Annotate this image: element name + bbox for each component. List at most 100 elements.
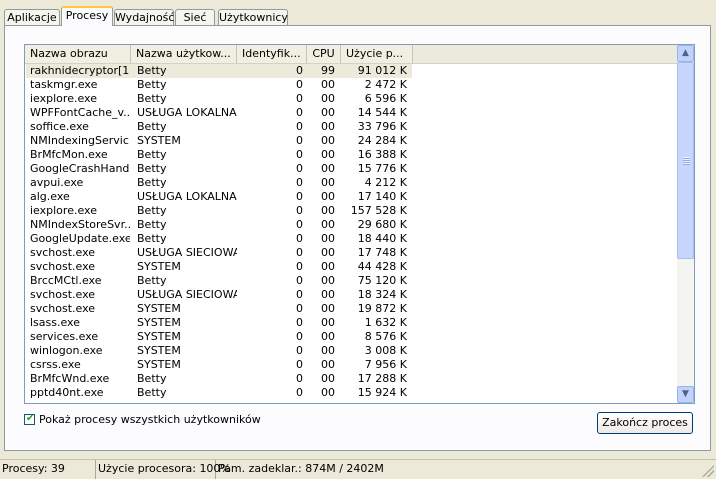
table-row[interactable]: BrMfcMon.exe Betty 0 00 16 388 K	[25, 148, 677, 162]
process-session-id: 0	[296, 330, 303, 343]
table-row[interactable]: rakhnidecryptor[1... Betty 0 99 91 012 K	[25, 64, 677, 78]
process-user: USŁUGA LOKALNA	[137, 190, 237, 203]
resize-grip-icon[interactable]	[702, 465, 714, 477]
table-row[interactable]: svchost.exe USŁUGA SIECIOWA 0 00 17 748 K	[25, 246, 677, 260]
table-row[interactable]: lsass.exe SYSTEM 0 00 1 632 K	[25, 316, 677, 330]
process-session-id: 0	[296, 78, 303, 91]
process-memory: 29 680 K	[357, 218, 407, 231]
process-session-id: 0	[296, 106, 303, 119]
end-process-button[interactable]: Zakończ proces	[597, 412, 693, 434]
process-memory: 16 388 K	[357, 148, 407, 161]
table-row[interactable]: services.exe SYSTEM 0 00 8 576 K	[25, 330, 677, 344]
process-cpu: 00	[321, 386, 335, 399]
status-cpu-usage: Użycie procesora: 100%	[96, 460, 231, 479]
tab-aplikacje[interactable]: Aplikacje	[4, 9, 60, 25]
process-user: SYSTEM	[137, 330, 181, 343]
tab-uzytkownicy[interactable]: Użytkownicy	[218, 9, 288, 25]
table-row[interactable]: GoogleCrashHand... Betty 0 00 15 776 K	[25, 162, 677, 176]
process-memory: 44 428 K	[357, 260, 407, 273]
process-user: Betty	[137, 176, 167, 189]
process-user: Betty	[137, 372, 167, 385]
table-row[interactable]: NMIndexStoreSvr... Betty 0 00 29 680 K	[25, 218, 677, 232]
column-image-name[interactable]: Nazwa obrazu	[25, 45, 131, 63]
vertical-scrollbar[interactable]: ▲ ▼	[677, 45, 694, 403]
process-memory: 24 284 K	[357, 134, 407, 147]
process-session-id: 0	[296, 246, 303, 259]
grip-icon	[683, 157, 690, 165]
show-all-users-checkbox-row[interactable]: ✔ Pokaż procesy wszystkich użytkowników	[24, 412, 261, 426]
table-row[interactable]: NMIndexingServic... SYSTEM 0 00 24 284 K	[25, 134, 677, 148]
table-row[interactable]: BrccMCtl.exe Betty 0 00 75 120 K	[25, 274, 677, 288]
table-row[interactable]: alg.exe USŁUGA LOKALNA 0 00 17 140 K	[25, 190, 677, 204]
process-session-id: 0	[296, 64, 303, 77]
process-cpu: 00	[321, 134, 335, 147]
tab-siec[interactable]: Sieć	[175, 9, 215, 25]
tab-wydajnosc[interactable]: Wydajność	[114, 9, 174, 25]
process-cpu: 00	[321, 204, 335, 217]
column-session-id[interactable]: Identyfik...	[237, 45, 307, 63]
column-memory[interactable]: Użycie p...	[341, 45, 413, 63]
table-row[interactable]: svchost.exe SYSTEM 0 00 19 872 K	[25, 302, 677, 316]
process-name: WPFFontCache_v...	[30, 106, 130, 119]
process-session-id: 0	[296, 218, 303, 231]
process-memory: 15 776 K	[357, 162, 407, 175]
scroll-down-button[interactable]: ▼	[677, 386, 694, 403]
table-row[interactable]: avpui.exe Betty 0 00 4 212 K	[25, 176, 677, 190]
process-session-id: 0	[296, 288, 303, 301]
process-session-id: 0	[296, 260, 303, 273]
process-memory: 91 012 K	[357, 64, 407, 77]
table-row[interactable]: soffice.exe Betty 0 00 33 796 K	[25, 120, 677, 134]
process-name: GoogleUpdate.exe	[30, 232, 130, 245]
show-all-users-checkbox[interactable]: ✔	[24, 413, 35, 425]
table-row[interactable]: WPFFontCache_v... USŁUGA LOKALNA 0 00 14 544…	[25, 106, 677, 120]
process-cpu: 00	[321, 330, 335, 343]
process-session-id: 0	[296, 372, 303, 385]
table-row[interactable]: csrss.exe SYSTEM 0 00 7 956 K	[25, 358, 677, 372]
process-name: pptd40nt.exe	[30, 386, 104, 399]
table-row[interactable]: iexplore.exe Betty 0 00 157 528 K	[25, 204, 677, 218]
process-cpu: 00	[321, 176, 335, 189]
process-list[interactable]: Nazwa obrazu Nazwa użytkow... Identyfik.…	[24, 44, 695, 404]
process-session-id: 0	[296, 148, 303, 161]
tab-procesy[interactable]: Procesy	[61, 6, 113, 26]
process-name: svchost.exe	[30, 302, 96, 315]
process-memory: 17 140 K	[357, 190, 407, 203]
process-session-id: 0	[296, 204, 303, 217]
process-user: Betty	[137, 78, 167, 91]
process-session-id: 0	[296, 344, 303, 357]
column-cpu[interactable]: CPU	[307, 45, 341, 63]
table-row[interactable]: winlogon.exe SYSTEM 0 00 3 008 K	[25, 344, 677, 358]
process-memory: 19 872 K	[357, 302, 407, 315]
status-bar: Procesy: 39 Użycie procesora: 100% Pam. …	[0, 459, 716, 479]
process-user: Betty	[137, 162, 167, 175]
table-row[interactable]: svchost.exe USŁUGA SIECIOWA 0 00 18 324 K	[25, 288, 677, 302]
process-name: BrccMCtl.exe	[30, 274, 102, 287]
process-name: NMIndexingServic...	[30, 134, 130, 147]
table-row[interactable]: taskmgr.exe Betty 0 00 2 472 K	[25, 78, 677, 92]
process-memory: 7 956 K	[364, 358, 407, 371]
process-name: GoogleCrashHand...	[30, 162, 130, 175]
table-row[interactable]: iexplore.exe Betty 0 00 6 596 K	[25, 92, 677, 106]
scroll-thumb[interactable]	[677, 62, 694, 259]
table-row[interactable]: pptd40nt.exe Betty 0 00 15 924 K	[25, 386, 677, 400]
process-cpu: 00	[321, 120, 335, 133]
process-cpu: 00	[321, 190, 335, 203]
scroll-up-button[interactable]: ▲	[677, 45, 694, 62]
process-session-id: 0	[296, 92, 303, 105]
process-user: SYSTEM	[137, 358, 181, 371]
show-all-users-label[interactable]: Pokaż procesy wszystkich użytkowników	[39, 413, 261, 426]
process-user: SYSTEM	[137, 316, 181, 329]
process-memory: 18 324 K	[357, 288, 407, 301]
table-row[interactable]: BrMfcWnd.exe Betty 0 00 17 288 K	[25, 372, 677, 386]
process-memory: 6 596 K	[364, 92, 407, 105]
table-row[interactable]: svchost.exe SYSTEM 0 00 44 428 K	[25, 260, 677, 274]
process-user: Betty	[137, 232, 167, 245]
process-memory: 15 924 K	[357, 386, 407, 399]
process-user: USŁUGA SIECIOWA	[137, 246, 237, 259]
table-row[interactable]: GoogleUpdate.exe Betty 0 00 18 440 K	[25, 232, 677, 246]
column-user-name[interactable]: Nazwa użytkow...	[131, 45, 237, 63]
process-user: Betty	[137, 64, 167, 77]
process-rows: rakhnidecryptor[1... Betty 0 99 91 012 K task…	[25, 64, 677, 400]
process-session-id: 0	[296, 120, 303, 133]
process-name: lsass.exe	[30, 316, 80, 329]
